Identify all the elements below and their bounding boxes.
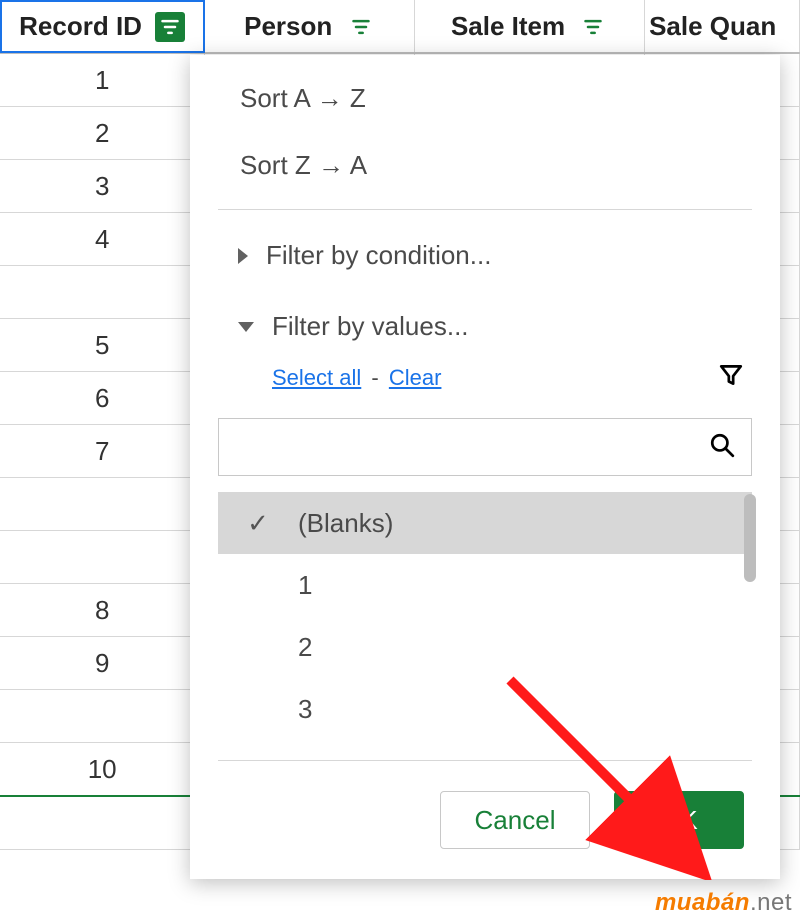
- filter-value-item[interactable]: ✓ (Blanks): [218, 492, 752, 554]
- sort-za[interactable]: Sort Z → A: [190, 132, 780, 199]
- cancel-button[interactable]: Cancel: [440, 791, 590, 849]
- cell[interactable]: 5: [0, 319, 205, 372]
- filter-value-item[interactable]: 2: [218, 616, 752, 678]
- filter-condition-label: Filter by condition...: [266, 240, 491, 271]
- cell[interactable]: [0, 266, 205, 319]
- col-header-label: Person: [244, 11, 332, 42]
- clear-link[interactable]: Clear: [389, 365, 442, 390]
- filter-icon[interactable]: [155, 12, 185, 42]
- watermark-suffix: .net: [750, 889, 792, 916]
- select-clear-row: Select all - Clear: [218, 362, 752, 408]
- filter-values-list: ✓ (Blanks) 1 2 3: [218, 492, 752, 740]
- cell[interactable]: 9: [0, 637, 205, 690]
- col-header-record-id[interactable]: Record ID: [0, 0, 205, 53]
- divider: [218, 760, 752, 761]
- col-header-label: Sale Item: [451, 11, 565, 42]
- col-header-sale-item[interactable]: Sale Item: [415, 0, 645, 53]
- filter-value-label: (Blanks): [278, 508, 393, 539]
- button-row: Cancel OK: [190, 791, 780, 849]
- select-all-link[interactable]: Select all: [272, 365, 361, 390]
- cell[interactable]: [0, 531, 205, 584]
- filter-popup: Sort A → Z Sort Z → A Filter by conditio…: [190, 55, 780, 879]
- filter-values-label: Filter by values...: [272, 311, 469, 342]
- filter-by-condition[interactable]: Filter by condition...: [218, 220, 752, 291]
- cell[interactable]: 2: [0, 107, 205, 160]
- col-header-label: Sale Quan: [649, 11, 776, 42]
- cell[interactable]: [0, 690, 205, 743]
- cell[interactable]: [0, 478, 205, 531]
- col-header-person[interactable]: Person: [205, 0, 415, 53]
- filter-value-item[interactable]: 3: [218, 678, 752, 740]
- cell[interactable]: 7: [0, 425, 205, 478]
- cell[interactable]: 6: [0, 372, 205, 425]
- col-header-sale-quan[interactable]: Sale Quan: [645, 0, 800, 53]
- watermark-brand: muabán: [655, 889, 750, 916]
- cell[interactable]: 8: [0, 584, 205, 637]
- funnel-icon[interactable]: [718, 362, 744, 394]
- filter-value-item[interactable]: 1: [218, 554, 752, 616]
- cell[interactable]: 1: [0, 53, 205, 107]
- check-icon: ✓: [238, 508, 278, 539]
- cell[interactable]: 10: [0, 743, 205, 797]
- filter-value-label: 3: [278, 694, 312, 725]
- filter-by-values[interactable]: Filter by values...: [218, 291, 752, 362]
- cell[interactable]: 4: [0, 213, 205, 266]
- search-icon[interactable]: [709, 432, 735, 463]
- divider: [218, 209, 752, 210]
- sort-az[interactable]: Sort A → Z: [190, 65, 780, 132]
- filter-icon[interactable]: [346, 12, 376, 42]
- filter-search-box[interactable]: [218, 418, 752, 476]
- watermark: muabán.net: [655, 889, 792, 917]
- scrollbar-thumb[interactable]: [744, 494, 756, 582]
- filter-value-label: 2: [278, 632, 312, 663]
- filter-search-input[interactable]: [235, 431, 709, 464]
- col-header-label: Record ID: [19, 11, 142, 42]
- cell[interactable]: [0, 796, 205, 850]
- ok-button[interactable]: OK: [614, 791, 744, 849]
- cell[interactable]: 3: [0, 160, 205, 213]
- filter-icon[interactable]: [578, 12, 608, 42]
- filter-value-label: 1: [278, 570, 312, 601]
- caret-right-icon: [238, 248, 248, 264]
- caret-down-icon: [238, 322, 254, 332]
